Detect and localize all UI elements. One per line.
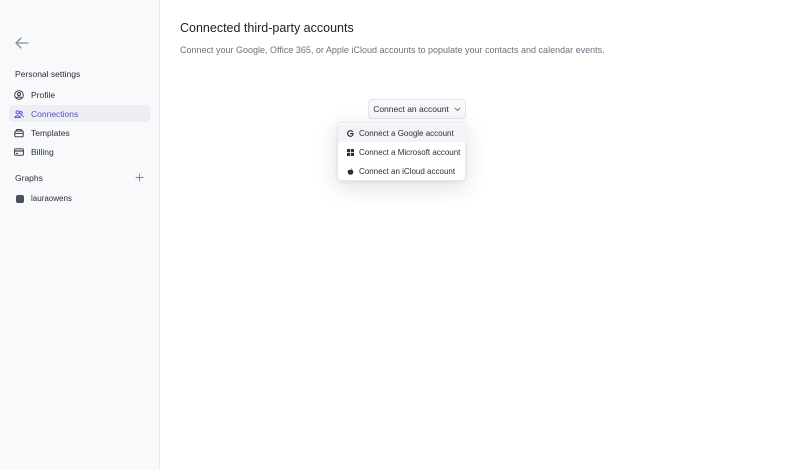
users-icon	[14, 109, 24, 119]
google-icon	[347, 129, 354, 137]
chevron-down-icon	[454, 107, 461, 112]
sidebar-item-label: Billing	[31, 146, 54, 157]
page-title: Connected third-party accounts	[180, 21, 354, 35]
connect-icloud-option[interactable]: Connect an iCloud account	[338, 162, 467, 180]
sidebar-item-label: Templates	[31, 127, 70, 138]
apple-icon	[347, 167, 354, 175]
back-arrow-icon[interactable]	[14, 36, 30, 50]
credit-card-icon	[14, 147, 24, 157]
dropdown-option-label: Connect an iCloud account	[359, 166, 456, 176]
connect-microsoft-option[interactable]: Connect a Microsoft account	[338, 143, 467, 161]
sidebar-item-label: Connections	[31, 108, 79, 119]
template-icon	[14, 128, 24, 138]
sidebar-item-connections[interactable]: Connections	[9, 105, 150, 122]
page-description: Connect your Google, Office 365, or Appl…	[180, 45, 605, 55]
graph-avatar	[16, 194, 24, 203]
sidebar-item-label: Profile	[31, 89, 56, 100]
dropdown-option-label: Connect a Google account	[359, 128, 454, 138]
sidebar: Personal settings Profile Connections Te…	[0, 0, 160, 470]
add-graph-plus-icon[interactable]	[133, 171, 145, 183]
section-label-graphs: Graphs	[15, 173, 43, 183]
sidebar-item-profile[interactable]: Profile	[9, 86, 150, 103]
microsoft-icon	[347, 148, 354, 156]
sidebar-item-templates[interactable]: Templates	[9, 124, 150, 141]
section-label-personal-settings: Personal settings	[15, 69, 81, 79]
connect-account-dropdown: Connect a Google account Connect a Micro…	[337, 122, 467, 181]
user-circle-icon	[14, 89, 24, 100]
connect-account-button[interactable]: Connect an account	[368, 99, 466, 119]
sidebar-item-billing[interactable]: Billing	[9, 143, 150, 160]
graph-item-lauraowens[interactable]: lauraowens	[9, 190, 150, 207]
graph-item-label: lauraowens	[31, 194, 72, 203]
connect-account-label: Connect an account	[373, 104, 449, 114]
connect-google-option[interactable]: Connect a Google account	[338, 124, 467, 142]
dropdown-option-label: Connect a Microsoft account	[359, 147, 461, 157]
